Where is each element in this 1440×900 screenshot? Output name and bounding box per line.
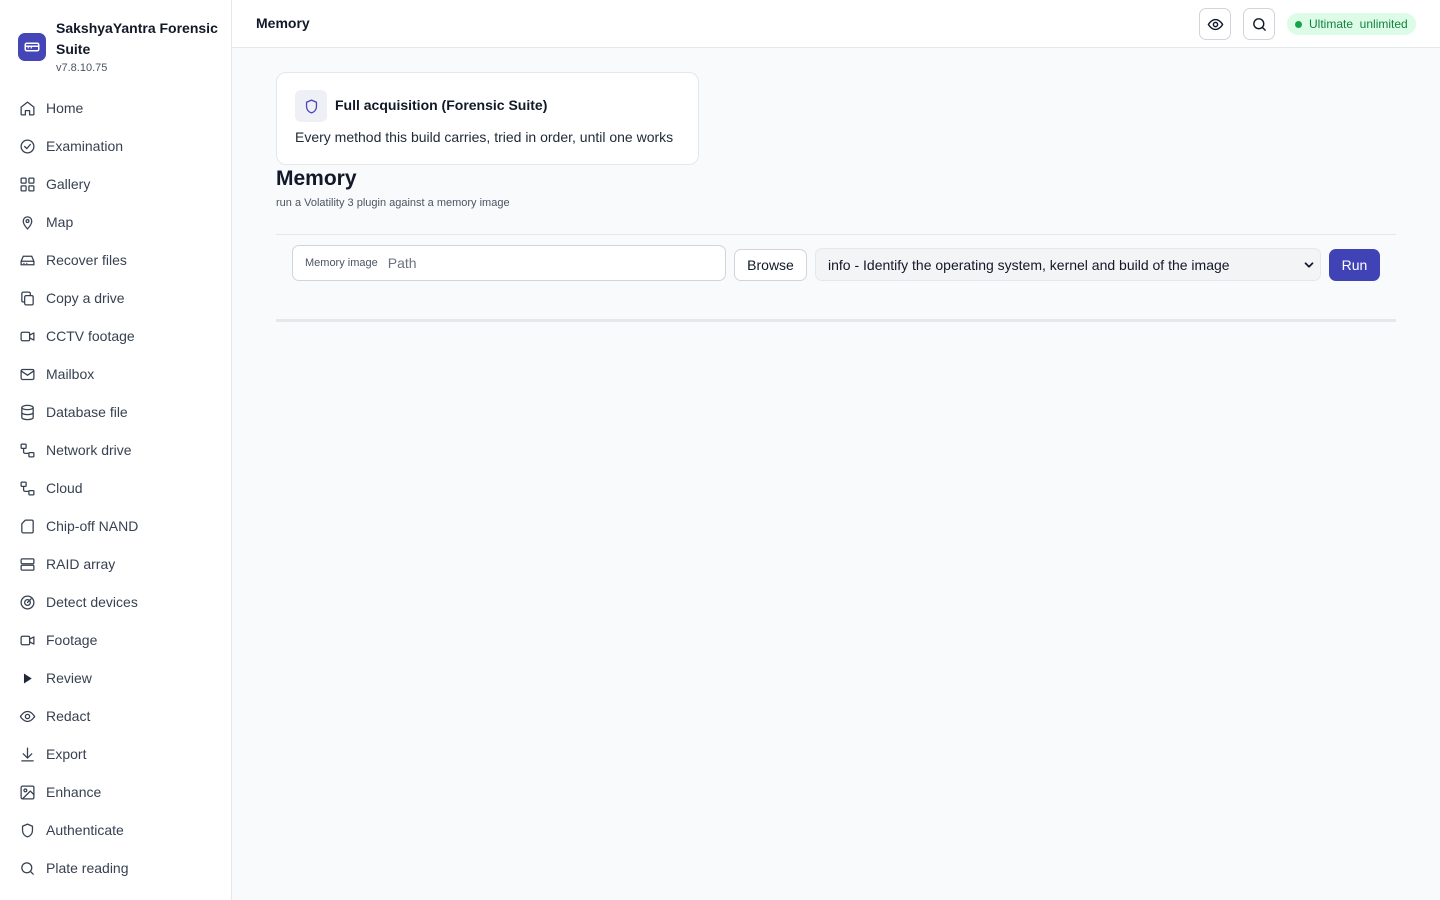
sidebar-item-footage[interactable]: Footage [0,621,231,659]
sidebar: SakshyaYantra Forensic Suite v7.8.10.75 … [0,0,232,900]
sidebar-item-label: Database file [46,404,128,420]
memory-image-label: Memory image [305,257,378,269]
sidebar-item-label: Authenticate [46,822,124,838]
sidebar-item-network-drive[interactable]: Network drive [0,431,231,469]
sidebar-item-copy-a-drive[interactable]: Copy a drive [0,279,231,317]
database-icon [18,403,36,421]
acquisition-mode-card: Full acquisition (Forensic Suite) Every … [276,72,699,165]
view-toggle-button[interactable] [1199,8,1231,40]
sidebar-item-cloud[interactable]: Cloud [0,469,231,507]
app-version: v7.8.10.75 [56,62,108,74]
video-icon [18,631,36,649]
run-button[interactable]: Run [1329,249,1380,281]
sidebar-item-label: Home [46,100,84,116]
sidebar-item-raid-array[interactable]: RAID array [0,545,231,583]
sidebar-item-label: Network drive [46,442,132,458]
sidebar-item-label: Redact [46,708,91,724]
home-icon [18,99,36,117]
sidebar-item-label: Review [46,670,92,686]
sidebar-item-label: Plate reading [46,860,129,876]
sidebar-item-detect-devices[interactable]: Detect devices [0,583,231,621]
sidebar-item-label: Export [46,746,87,762]
sidebar-item-label: Detect devices [46,594,138,610]
network-icon [18,441,36,459]
sidebar-item-recover-files[interactable]: Recover files [0,241,231,279]
sidebar-item-plate-reading[interactable]: Plate reading [0,849,231,887]
results-divider [276,319,1396,322]
sidebar-item-mailbox[interactable]: Mailbox [0,355,231,393]
file-icon [18,517,36,535]
play-icon [18,669,36,687]
drive-icon [18,33,46,61]
sidebar-item-examination[interactable]: Examination [0,127,231,165]
shield-icon [295,90,327,122]
sidebar-item-cctv-footage[interactable]: CCTV footage [0,317,231,355]
memory-image-path-input[interactable] [387,255,688,271]
top-bar: Memory Ultimate unlimited [232,0,1440,48]
search-button[interactable] [1243,8,1275,40]
sidebar-item-redact[interactable]: Redact [0,697,231,735]
image-icon [18,783,36,801]
search-icon [1251,16,1268,33]
sidebar-item-review[interactable]: Review [0,659,231,697]
mail-icon [18,365,36,383]
sidebar-nav: Home Examination Gallery Map Recover fil… [0,89,231,887]
plugin-select[interactable]: info - Identify the operating system, ke… [815,248,1321,281]
sidebar-item-label: Mailbox [46,366,95,382]
shield-icon [18,821,36,839]
sidebar-item-map[interactable]: Map [0,203,231,241]
sidebar-item-label: Map [46,214,74,230]
sidebar-item-gallery[interactable]: Gallery [0,165,231,203]
section-title: Memory [276,167,357,190]
server-icon [18,555,36,573]
sidebar-item-label: Cloud [46,480,83,496]
eye-icon [1207,16,1224,33]
acquisition-mode-description: Every method this build carries, tried i… [295,129,674,145]
sidebar-item-label: Chip-off NAND [46,518,139,534]
sidebar-item-label: Copy a drive [46,290,125,306]
search-icon [18,859,36,877]
sidebar-item-authenticate[interactable]: Authenticate [0,811,231,849]
memory-image-path-field[interactable]: Memory image [292,245,726,281]
sidebar-item-database-file[interactable]: Database file [0,393,231,431]
status-dot-icon [1295,20,1302,28]
radar-icon [18,593,36,611]
sidebar-item-enhance[interactable]: Enhance [0,773,231,811]
sidebar-item-export[interactable]: Export [0,735,231,773]
sidebar-item-label: Recover files [46,252,127,268]
download-icon [18,745,36,763]
sidebar-item-chip-off-nand[interactable]: Chip-off NAND [0,507,231,545]
app-name: SakshyaYantra Forensic Suite [56,20,218,57]
check-circle-icon [18,137,36,155]
sidebar-item-label: CCTV footage [46,328,135,344]
sidebar-item-home[interactable]: Home [0,89,231,127]
sidebar-item-label: Gallery [46,176,91,192]
sidebar-item-label: Examination [46,138,124,154]
plugin-select-value: info - Identify the operating system, ke… [828,256,1230,273]
sidebar-item-label: Enhance [46,784,102,800]
plan-status-label: Ultimate unlimited [1309,17,1408,31]
grid-icon [18,175,36,193]
map-pin-icon [18,213,36,231]
plan-status-badge: Ultimate unlimited [1287,13,1416,35]
page-title: Memory [256,15,310,31]
sidebar-item-label: RAID array [46,556,116,572]
eye-icon [18,707,36,725]
video-icon [18,327,36,345]
sidebar-item-label: Footage [46,632,98,648]
hard-drive-icon [18,251,36,269]
browse-button[interactable]: Browse [734,249,807,281]
copy-icon [18,289,36,307]
network-icon [18,479,36,497]
section-subtitle: run a Volatility 3 plugin against a memo… [276,197,510,209]
brand: SakshyaYantra Forensic Suite v7.8.10.75 [18,18,226,74]
chevron-down-icon [1302,258,1316,272]
divider [276,234,1396,235]
acquisition-mode-title: Full acquisition (Forensic Suite) [335,97,548,113]
